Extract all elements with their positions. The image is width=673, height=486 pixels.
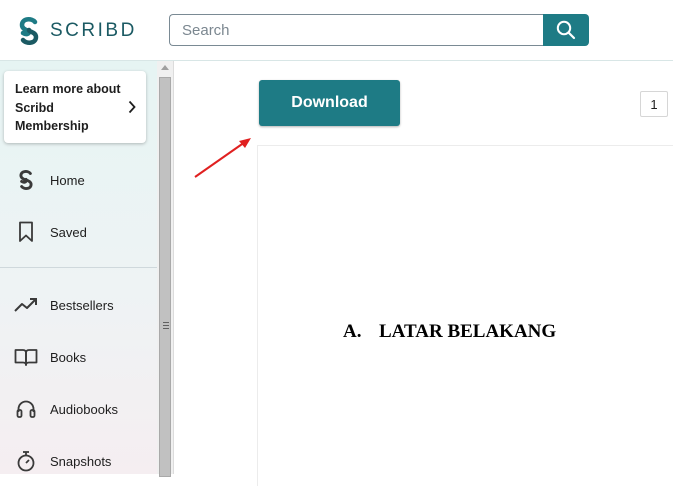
sidebar-item-label: Home — [50, 172, 85, 188]
sidebar-item-books[interactable]: Books — [0, 337, 157, 377]
sidebar-item-label: Audiobooks — [50, 401, 118, 417]
heading-number: A. — [343, 321, 362, 342]
logo-wordmark: SCRIBD — [50, 20, 137, 41]
document-viewer: Download 1 A. LATAR BELAKANG — [175, 61, 673, 486]
sidebar-item-audiobooks[interactable]: Audiobooks — [0, 389, 157, 429]
scribd-logo-icon — [14, 168, 38, 192]
sidebar-item-bestsellers[interactable]: Bestsellers — [0, 285, 157, 325]
sidebar-item-label: Bestsellers — [50, 297, 114, 313]
annotation-arrow-icon — [194, 138, 251, 178]
promo-text: Learn more about Scribd Membership — [15, 82, 121, 133]
sidebar-divider — [0, 267, 157, 268]
trending-up-icon — [14, 293, 38, 317]
sidebar-item-snapshots[interactable]: Snapshots — [0, 441, 157, 481]
search-bar — [169, 14, 589, 46]
scribd-logo-icon — [19, 17, 39, 45]
search-input[interactable] — [169, 14, 544, 46]
document-page — [257, 145, 673, 486]
scroll-up-arrow-icon[interactable] — [161, 65, 169, 70]
bookmark-icon — [14, 220, 38, 244]
sidebar-item-label: Books — [50, 349, 87, 365]
download-button[interactable]: Download — [259, 80, 400, 126]
search-button[interactable] — [543, 14, 589, 46]
sidebar-item-saved[interactable]: Saved — [0, 212, 157, 252]
sidebar: Learn more about Scribd Membership Home … — [0, 61, 158, 474]
stopwatch-icon — [14, 449, 38, 473]
chevron-right-icon — [128, 100, 136, 114]
search-icon — [556, 20, 576, 40]
page-number-input[interactable]: 1 — [640, 91, 668, 117]
sidebar-item-home[interactable]: Home — [0, 160, 157, 200]
scrollbar-thumb[interactable] — [159, 77, 171, 477]
membership-promo-card[interactable]: Learn more about Scribd Membership — [4, 71, 146, 143]
sidebar-item-label: Saved — [50, 224, 87, 240]
grip-icon — [163, 322, 169, 331]
headphones-icon — [14, 397, 38, 421]
sidebar-scrollbar[interactable] — [157, 61, 174, 477]
heading-text: LATAR BELAKANG — [379, 321, 557, 342]
sidebar-item-label: Snapshots — [50, 453, 112, 469]
top-header: SCRIBD — [0, 0, 673, 61]
document-heading: A. LATAR BELAKANG — [343, 321, 556, 343]
open-book-icon — [14, 345, 38, 369]
scribd-logo[interactable]: SCRIBD — [18, 15, 137, 47]
